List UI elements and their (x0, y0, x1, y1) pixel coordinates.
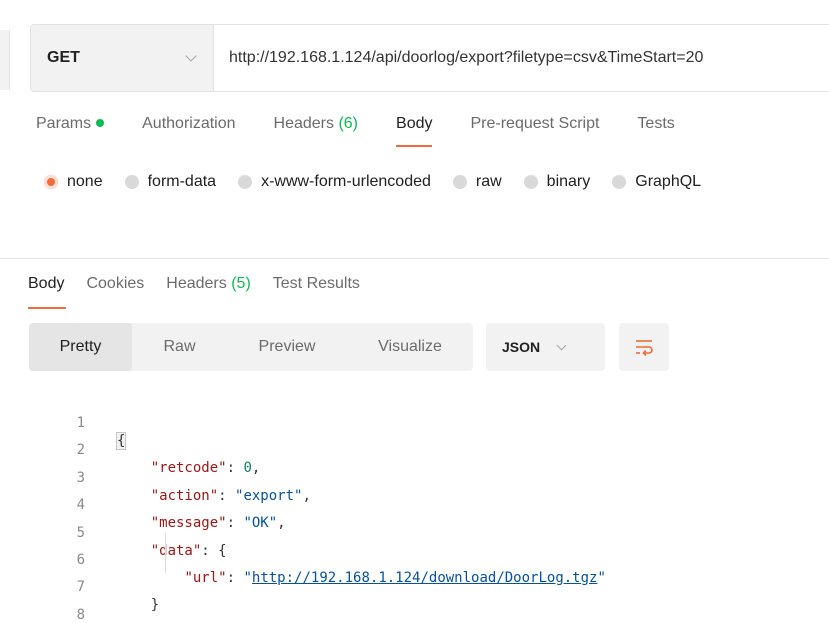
json-key: "action" (150, 487, 219, 504)
json-key: "url" (184, 569, 227, 586)
tab-tests[interactable]: Tests (637, 115, 674, 147)
radio-unselected-icon (238, 175, 253, 189)
sidebar-edge (0, 30, 10, 90)
method-select[interactable]: GET (31, 25, 214, 91)
request-bar: GET http://192.168.1.124/api/doorlog/exp… (30, 24, 829, 92)
inner-close-brace: } (150, 597, 160, 614)
radio-graphql-label: GraphQL (635, 173, 702, 190)
tab-params-label: Params (36, 115, 92, 132)
line-number: 3 (76, 469, 85, 486)
json-key: "message" (150, 515, 227, 532)
response-tabs: Body Cookies Headers (5) Test Results (28, 275, 382, 309)
line-number: 8 (76, 606, 85, 623)
json-string-quote: " (243, 569, 252, 586)
line-number: 4 (76, 497, 85, 514)
url-input[interactable]: http://192.168.1.124/api/doorlog/export?… (214, 25, 829, 91)
request-tabs: Params Authorization Headers (6) Body Pr… (36, 115, 713, 147)
code-line: 2 "retcode": 0, (0, 423, 261, 476)
tab-params[interactable]: Params (36, 115, 105, 147)
tab-authorization[interactable]: Authorization (142, 115, 235, 147)
radio-raw-label: raw (475, 173, 502, 190)
radio-urlencoded[interactable]: x-www-form-urlencoded (238, 173, 431, 191)
headers-count-badge: (6) (338, 115, 359, 132)
code-line: 8 } (0, 588, 85, 623)
radio-urlencoded-label: x-www-form-urlencoded (261, 173, 431, 190)
radio-binary-label: binary (546, 173, 591, 190)
code-line: 5 "data": { (0, 506, 227, 559)
response-headers-count-badge: (5) (231, 275, 251, 292)
radio-unselected-icon (452, 175, 467, 189)
radio-unselected-icon (612, 175, 627, 189)
tab-body[interactable]: Body (396, 115, 433, 147)
tab-response-body[interactable]: Body (28, 275, 67, 309)
view-raw-button[interactable]: Raw (132, 323, 227, 371)
radio-form-data-label: form-data (147, 173, 217, 190)
json-url-link[interactable]: http://192.168.1.124/download/DoorLog.tg… (252, 570, 598, 586)
chevron-down-icon (556, 340, 567, 350)
line-number: 1 (76, 415, 85, 431)
tab-authorization-label: Authorization (142, 115, 236, 132)
tab-cookies-label: Cookies (86, 275, 145, 292)
radio-none[interactable]: none (44, 173, 103, 191)
indent-guide (165, 533, 166, 573)
json-number: 0 (243, 460, 252, 477)
json-string: "export" (235, 487, 303, 504)
tab-tests-label: Tests (637, 115, 675, 132)
json-key: "data" (150, 542, 202, 559)
pane-divider[interactable] (0, 258, 829, 259)
json-string-quote: " (597, 569, 606, 586)
view-mode-switcher: Pretty Raw Preview Visualize (29, 323, 473, 371)
response-body-code[interactable]: 1 { 2 "retcode": 0, 3 "action": "export"… (0, 396, 606, 623)
radio-none-label: none (67, 173, 103, 190)
tab-test-results-label: Test Results (272, 275, 360, 292)
tab-response-headers[interactable]: Headers (5) (166, 275, 251, 309)
radio-graphql[interactable]: GraphQL (612, 173, 701, 191)
body-type-options: none form-data x-www-form-urlencoded raw… (44, 173, 723, 191)
format-select[interactable]: JSON (486, 323, 605, 371)
tab-headers[interactable]: Headers (6) (274, 115, 359, 147)
radio-unselected-icon (523, 175, 538, 189)
radio-raw[interactable]: raw (452, 173, 502, 191)
json-string: "OK" (243, 515, 278, 532)
code-line: 7 } (0, 560, 160, 613)
line-number: 5 (76, 524, 85, 541)
wrap-lines-button[interactable] (619, 323, 669, 371)
open-brace: { (115, 432, 127, 450)
view-pretty-button[interactable]: Pretty (29, 323, 132, 371)
tab-pre-request-script[interactable]: Pre-request Script (470, 115, 599, 147)
code-line: 4 "message": "OK", (0, 478, 286, 531)
view-preview-button[interactable]: Preview (227, 323, 347, 371)
tab-headers-label: Headers (273, 115, 334, 132)
json-key: "retcode" (150, 460, 227, 477)
code-line: 6 "url": "http://192.168.1.124/download/… (0, 533, 606, 586)
code-line: 3 "action": "export", (0, 451, 311, 504)
tab-body-label: Body (396, 115, 433, 132)
line-number: 6 (76, 551, 85, 568)
params-indicator-dot (96, 119, 105, 127)
tab-cookies[interactable]: Cookies (86, 275, 144, 309)
method-label: GET (47, 49, 80, 66)
tab-response-body-label: Body (28, 275, 65, 292)
wrap-lines-icon (636, 340, 653, 356)
view-visualize-button[interactable]: Visualize (347, 323, 473, 371)
radio-binary[interactable]: binary (523, 173, 591, 191)
radio-unselected-icon (124, 175, 139, 189)
tab-response-headers-label: Headers (166, 275, 227, 292)
radio-selected-icon (44, 175, 58, 189)
radio-form-data[interactable]: form-data (124, 173, 217, 191)
tab-test-results[interactable]: Test Results (273, 275, 360, 309)
line-number: 7 (76, 579, 85, 596)
tab-pre-request-label: Pre-request Script (470, 115, 600, 132)
code-line: 1 { (0, 396, 127, 450)
chevron-down-icon (185, 50, 197, 62)
line-number: 2 (76, 442, 85, 459)
format-select-label: JSON (502, 339, 541, 355)
